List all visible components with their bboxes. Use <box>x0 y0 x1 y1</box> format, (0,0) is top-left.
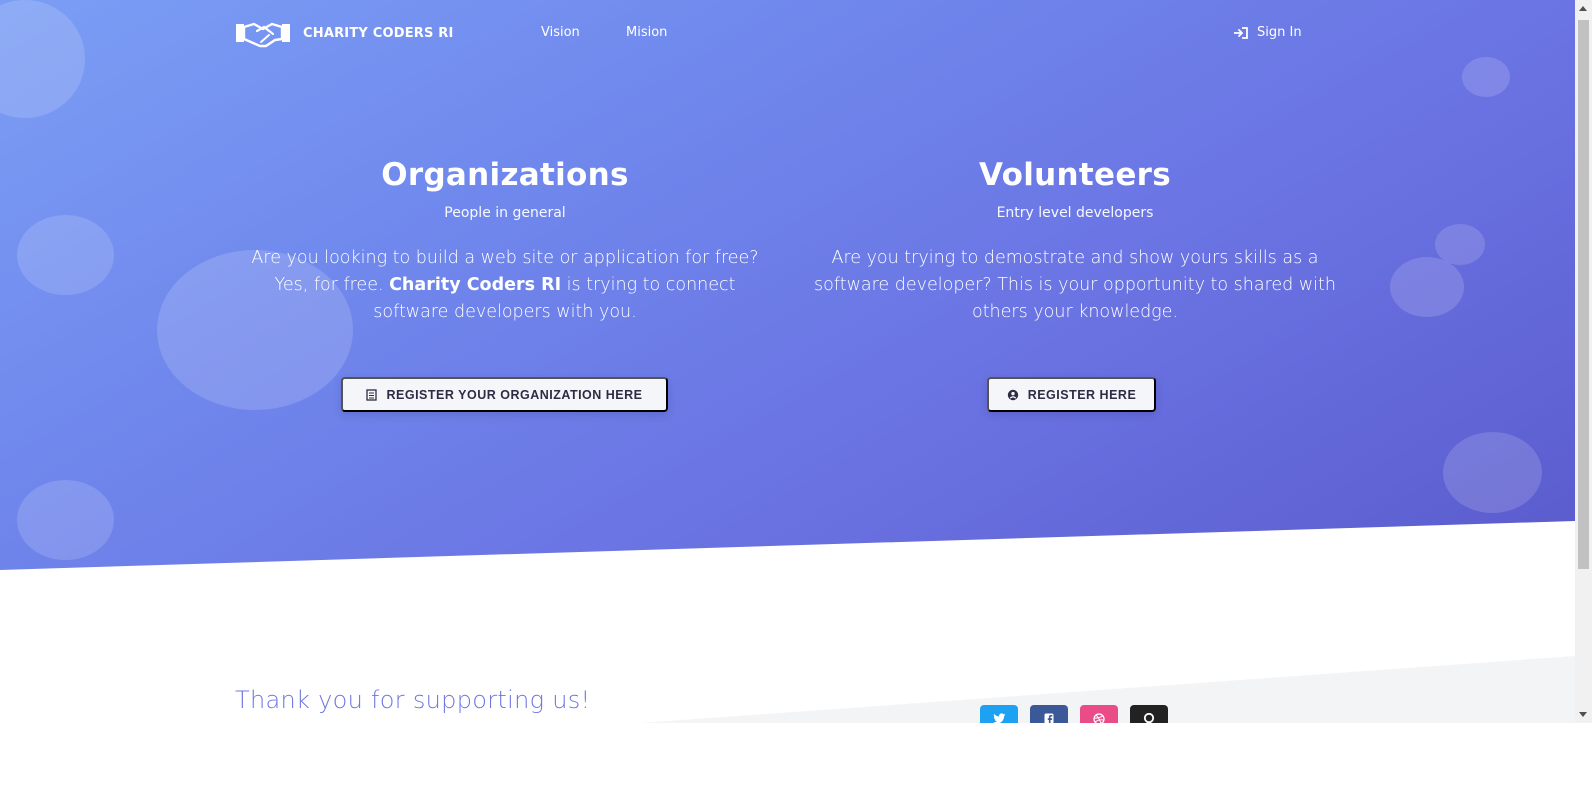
decor-bubble <box>17 215 114 295</box>
facebook-button[interactable] <box>1030 705 1068 723</box>
volunteers-title: Volunteers <box>979 157 1171 193</box>
thanks-message: Thank you for supporting us! <box>235 686 591 714</box>
register-organization-button[interactable]: REGISTER YOUR ORGANIZATION HERE <box>341 377 668 412</box>
user-badge-icon <box>1007 389 1018 400</box>
navbar: CHARITY CODERS RI Vision Mision Sign In <box>0 0 1575 66</box>
sign-in-label: Sign In <box>1257 25 1302 40</box>
volunteers-column: Volunteers Entry level developers Are yo… <box>805 155 1345 326</box>
nav-link-mision[interactable]: Mision <box>626 25 667 40</box>
twitter-icon <box>992 713 1005 723</box>
sign-in-icon <box>1234 26 1248 39</box>
organizations-title: Organizations <box>381 157 629 193</box>
scrollbar-thumb[interactable] <box>1578 20 1589 569</box>
decor-bubble <box>17 480 114 560</box>
register-volunteer-label: REGISTER HERE <box>1027 387 1137 402</box>
github-button[interactable] <box>1130 705 1168 723</box>
page-viewport: CHARITY CODERS RI Vision Mision Sign In … <box>0 0 1575 723</box>
brand-link[interactable]: CHARITY CODERS RI <box>235 18 454 48</box>
volunteers-text: Are you trying to demostrate and show yo… <box>814 248 1336 322</box>
dribbble-button[interactable] <box>1080 705 1118 723</box>
dribbble-icon <box>1093 713 1105 723</box>
sign-in-link[interactable]: Sign In <box>1234 25 1302 40</box>
vertical-scrollbar[interactable] <box>1575 0 1592 723</box>
organizations-subtitle: People in general <box>444 205 566 221</box>
twitter-button[interactable] <box>980 705 1018 723</box>
facebook-icon <box>1044 713 1054 723</box>
brand-name: CHARITY CODERS RI <box>303 25 454 41</box>
decor-bubble <box>1390 257 1464 317</box>
decor-bubble <box>1443 432 1542 513</box>
github-icon <box>1143 713 1155 723</box>
register-volunteer-button[interactable]: REGISTER HERE <box>987 377 1156 412</box>
building-icon <box>366 388 378 401</box>
handshake-icon <box>236 22 290 48</box>
register-organization-label: REGISTER YOUR ORGANIZATION HERE <box>386 387 643 402</box>
scroll-down-arrow-icon[interactable] <box>1579 712 1587 717</box>
organizations-column: Organizations People in general Are you … <box>235 155 775 326</box>
nav-link-vision[interactable]: Vision <box>541 25 580 40</box>
organizations-text: Are you looking to build a web site or a… <box>235 245 775 326</box>
organizations-text-brand: Charity Coders RI <box>389 275 562 295</box>
scroll-up-arrow-icon[interactable] <box>1579 6 1587 11</box>
volunteers-subtitle: Entry level developers <box>996 205 1154 221</box>
